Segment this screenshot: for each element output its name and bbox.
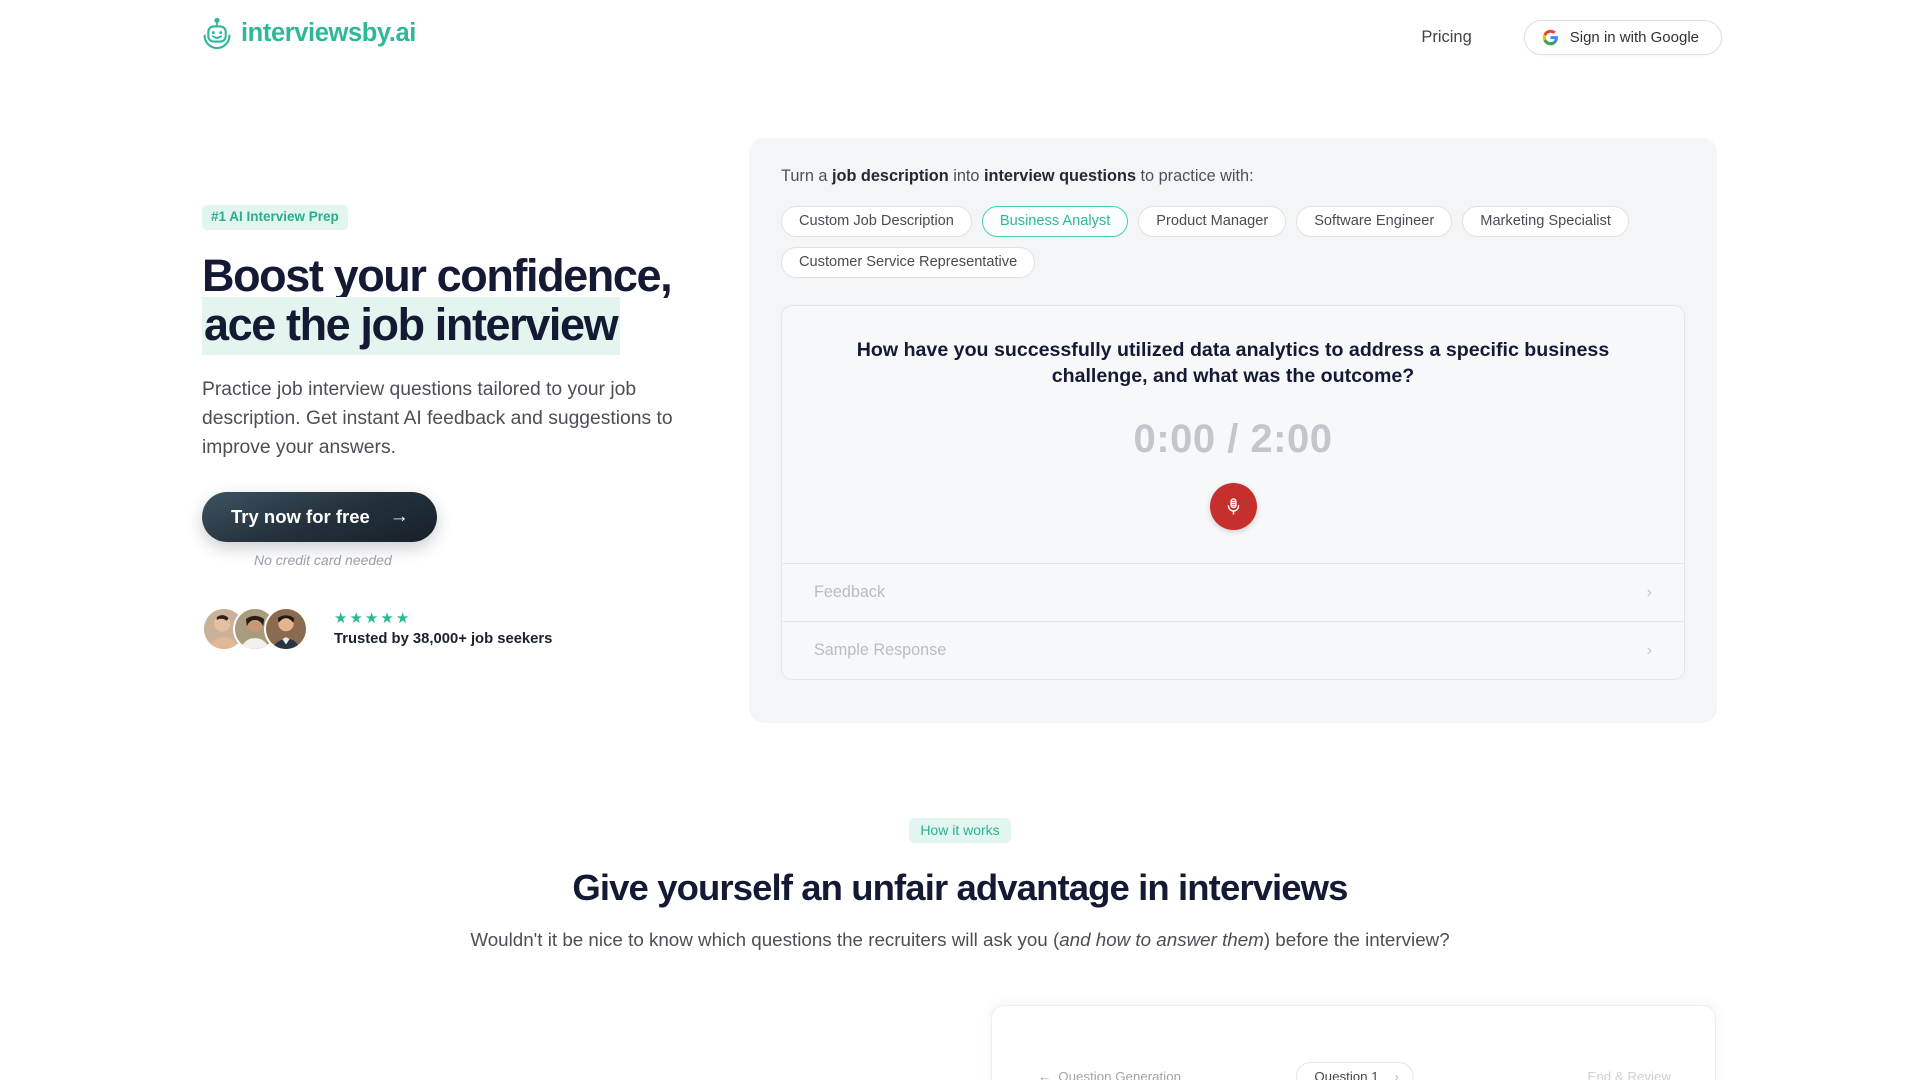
how-sub-italic: and how to answer them [1059, 929, 1264, 951]
hero-eyebrow-badge: #1 AI Interview Prep [202, 205, 348, 230]
recording-timer: 0:00 / 2:00 [1133, 417, 1333, 462]
hero-title-line-2: ace the job interview [202, 297, 621, 355]
step-back-question-generation[interactable]: ← Question Generation [1038, 1069, 1181, 1080]
star-icon: ★ [349, 610, 363, 628]
arrow-right-icon: → [389, 506, 409, 528]
record-microphone-button[interactable] [1209, 483, 1257, 531]
avatar [264, 607, 308, 652]
how-sub-prefix: Wouldn't it be nice to know which questi… [470, 929, 1060, 951]
chip-customer-service-representative[interactable]: Customer Service Representative [781, 247, 1036, 279]
feedback-disclosure-row[interactable]: Feedback › [782, 563, 1684, 621]
sign-in-with-google-label: Sign in with Google [1569, 29, 1699, 46]
step-back-label: Question Generation [1058, 1069, 1182, 1080]
cta-label: Try now for free [231, 506, 370, 528]
feedback-label: Feedback [814, 583, 886, 602]
page-title: Boost your confidence, ace the job inter… [202, 249, 762, 355]
current-question-label: Question 1 [1314, 1069, 1379, 1080]
chip-software-engineer[interactable]: Software Engineer [1296, 206, 1453, 238]
google-g-icon [1542, 29, 1559, 46]
star-icon: ★ [334, 610, 348, 628]
social-proof: ★ ★ ★ ★ ★ Trusted by 38,000+ job seekers [202, 607, 762, 652]
site-header: interviewsby.ai Pricing Sign in with Goo… [0, 0, 1920, 76]
sign-in-with-google-button[interactable]: Sign in with Google [1523, 20, 1722, 55]
hero-title-line-1: Boost your confidence, [202, 249, 673, 301]
no-credit-card-note: No credit card needed [254, 552, 392, 569]
how-sub-suffix: ) before the interview? [1263, 929, 1450, 951]
microphone-icon [1224, 497, 1243, 516]
brand-name: interviewsby.ai [241, 19, 416, 48]
chevron-right-icon: › [1646, 583, 1652, 601]
interview-flow-preview-card: ← Question Generation Question 1 › End &… [991, 1005, 1716, 1080]
demo-lead-bold-job-description: job description [831, 167, 949, 185]
trusted-by-label: Trusted by 38,000+ job seekers [334, 631, 553, 648]
question-practice-card: How have you successfully utilized data … [781, 305, 1685, 681]
social-proof-text: ★ ★ ★ ★ ★ Trusted by 38,000+ job seekers [334, 611, 552, 647]
avatar-group [202, 607, 308, 652]
step-current-question[interactable]: Question 1 › [1295, 1061, 1414, 1080]
demo-lead-bold-interview-questions: interview questions [984, 167, 1136, 185]
how-it-works-badge: How it works [909, 818, 1011, 843]
hero-left-column: #1 AI Interview Prep Boost your confiden… [202, 205, 762, 652]
interview-question-text: How have you successfully utilized data … [856, 339, 1610, 387]
role-chip-list: Custom Job Description Business Analyst … [781, 206, 1633, 279]
step-end-and-review[interactable]: End & Review [1587, 1069, 1671, 1080]
landing-page: interviewsby.ai Pricing Sign in with Goo… [0, 0, 1920, 1080]
chevron-right-icon: › [1394, 1069, 1399, 1080]
robot-head-icon [202, 17, 232, 51]
header-actions: Pricing Sign in with Google [1421, 20, 1920, 55]
how-it-works-subtitle: Wouldn't it be nice to know which questi… [0, 927, 1920, 953]
demo-lead-text: Turn a job description into interview qu… [781, 168, 1685, 184]
nav-pricing-link[interactable]: Pricing [1421, 29, 1471, 46]
demo-lead-prefix: Turn a [781, 167, 832, 185]
brand-logo-link[interactable]: interviewsby.ai [202, 17, 416, 51]
how-it-works-title: Give yourself an unfair advantage in int… [572, 867, 1348, 908]
demo-lead-middle: into [948, 167, 984, 185]
chip-marketing-specialist[interactable]: Marketing Specialist [1462, 206, 1629, 238]
star-icon: ★ [364, 610, 379, 628]
chip-business-analyst[interactable]: Business Analyst [981, 206, 1129, 238]
star-rating: ★ ★ ★ ★ ★ [334, 611, 552, 626]
hero-subtitle: Practice job interview questions tailore… [202, 378, 673, 459]
question-practice-body: How have you successfully utilized data … [782, 306, 1684, 563]
demo-lead-suffix: to practice with: [1136, 167, 1254, 185]
chip-product-manager[interactable]: Product Manager [1138, 206, 1287, 238]
chevron-right-icon: › [1646, 641, 1652, 659]
sample-response-label: Sample Response [814, 641, 947, 660]
chip-custom-job-description[interactable]: Custom Job Description [781, 206, 972, 238]
star-icon: ★ [395, 610, 410, 628]
star-icon: ★ [380, 610, 394, 628]
interview-stepper: ← Question Generation Question 1 › End &… [992, 1061, 1717, 1080]
try-now-for-free-button[interactable]: Try now for free → [202, 492, 437, 543]
arrow-left-icon: ← [1038, 1069, 1052, 1080]
sample-response-disclosure-row[interactable]: Sample Response › [782, 621, 1684, 679]
how-it-works-section: How it works Give yourself an unfair adv… [0, 818, 1920, 953]
interview-demo-card: Turn a job description into interview qu… [749, 138, 1717, 723]
